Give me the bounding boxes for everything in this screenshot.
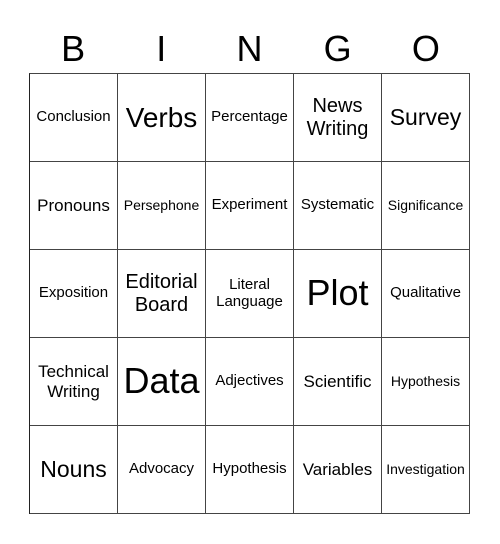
bingo-cell[interactable]: Technical Writing <box>30 338 118 426</box>
bingo-cell[interactable]: Hypothesis <box>382 338 470 426</box>
bingo-cell[interactable]: Data <box>118 338 206 426</box>
bingo-cell[interactable]: Editorial Board <box>118 250 206 338</box>
header-letter-g: G <box>323 28 352 69</box>
bingo-cell[interactable]: News Writing <box>294 74 382 162</box>
bingo-header: B I N G O <box>29 26 470 72</box>
bingo-cell[interactable]: Pronouns <box>30 162 118 250</box>
bingo-cell[interactable]: Hypothesis <box>206 426 294 514</box>
bingo-cell[interactable]: Variables <box>294 426 382 514</box>
bingo-cell[interactable]: Conclusion <box>30 74 118 162</box>
bingo-cell[interactable]: Verbs <box>118 74 206 162</box>
bingo-cell[interactable]: Qualitative <box>382 250 470 338</box>
bingo-cell[interactable]: Survey <box>382 74 470 162</box>
bingo-cell[interactable]: Exposition <box>30 250 118 338</box>
header-letter-b: B <box>61 28 86 69</box>
bingo-cell[interactable]: Systematic <box>294 162 382 250</box>
bingo-cell[interactable]: Investigation <box>382 426 470 514</box>
bingo-cell[interactable]: Nouns <box>30 426 118 514</box>
bingo-cell[interactable]: Literal Language <box>206 250 294 338</box>
bingo-cell[interactable]: Plot <box>294 250 382 338</box>
header-letter-o: O <box>411 28 440 69</box>
bingo-cell[interactable]: Experiment <box>206 162 294 250</box>
bingo-cell[interactable]: Advocacy <box>118 426 206 514</box>
bingo-cell[interactable]: Percentage <box>206 74 294 162</box>
bingo-cell[interactable]: Adjectives <box>206 338 294 426</box>
header-letter-n: N <box>236 28 263 69</box>
bingo-cell[interactable]: Persephone <box>118 162 206 250</box>
bingo-cell[interactable]: Significance <box>382 162 470 250</box>
bingo-cell[interactable]: Scientific <box>294 338 382 426</box>
bingo-grid: Conclusion Verbs Percentage News Writing… <box>29 73 470 514</box>
header-letter-i: I <box>156 28 167 69</box>
